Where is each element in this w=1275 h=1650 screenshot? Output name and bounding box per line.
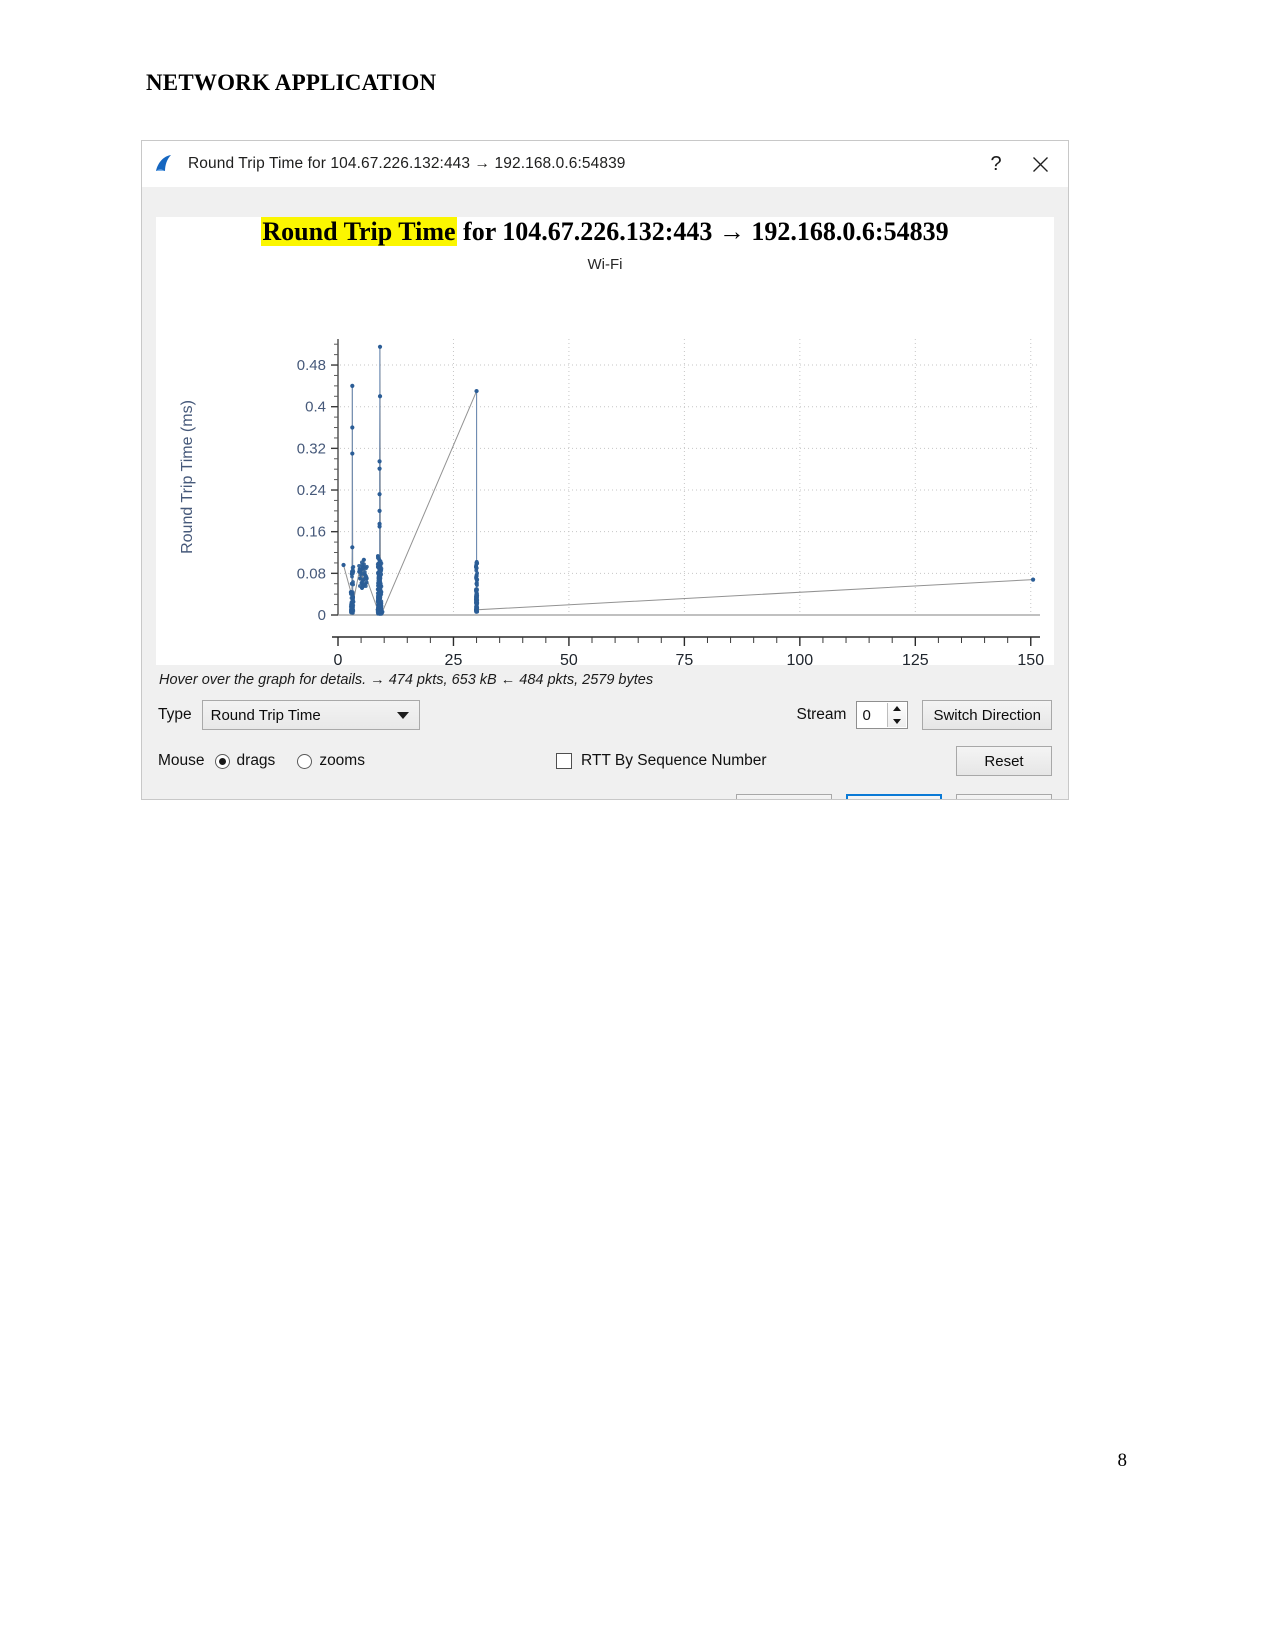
svg-text:25: 25 — [445, 652, 463, 665]
svg-text:150: 150 — [1017, 652, 1044, 665]
mouse-radio-group: drags zooms — [214, 752, 387, 770]
svg-text:75: 75 — [675, 652, 693, 665]
svg-text:0.4: 0.4 — [305, 399, 326, 416]
chart-title-highlight: Round Trip Time — [261, 217, 457, 246]
rtt-scatter-chart[interactable]: 0 0.08 0.16 0.24 0.32 0.4 0.48 0 25 50 75 100 125 150… — [156, 327, 1056, 665]
type-dropdown-value: Round Trip Time — [210, 706, 321, 724]
radio-zooms[interactable] — [297, 753, 313, 769]
type-row: Type Round Trip Time Stream 0 Switch Dir… — [158, 698, 1052, 732]
mouse-label: Mouse — [158, 752, 205, 769]
mouse-row: Mouse drags zooms RTT By Sequence Number… — [158, 744, 1052, 778]
stepper-down-icon[interactable] — [893, 719, 902, 724]
radio-drags[interactable] — [214, 753, 230, 769]
stream-label: Stream — [796, 706, 847, 723]
chart-title-rest: for 104.67.226.132:443 → 192.168.0.6:548… — [456, 217, 949, 246]
svg-text:0.48: 0.48 — [297, 357, 326, 374]
rtt-graph-window: Round Trip Time for 104.67.226.132:443 →… — [141, 140, 1069, 800]
svg-text:Round Trip Time (ms): Round Trip Time (ms) — [179, 400, 196, 554]
close-icon[interactable] — [1018, 146, 1062, 182]
rtt-seq-checkbox-wrap[interactable]: RTT By Sequence Number — [556, 752, 767, 770]
stream-stepper-buttons[interactable] — [887, 703, 907, 727]
svg-text:0.08: 0.08 — [297, 565, 326, 582]
help-button[interactable]: ? — [974, 146, 1018, 182]
controls-area: Type Round Trip Time Stream 0 Switch Dir… — [142, 698, 1068, 799]
reset-button[interactable]: Reset — [956, 746, 1052, 776]
stepper-up-icon[interactable] — [893, 706, 902, 711]
window-titlebar: Round Trip Time for 104.67.226.132:443 →… — [142, 141, 1068, 187]
chevron-down-icon — [396, 711, 409, 719]
svg-text:0: 0 — [334, 652, 343, 665]
rtt-by-sequence-number-checkbox[interactable] — [556, 753, 572, 769]
save-as-button[interactable]: Save As... — [736, 794, 832, 799]
svg-text:50: 50 — [560, 652, 578, 665]
svg-text:0.32: 0.32 — [297, 440, 326, 457]
type-label: Type — [158, 706, 192, 723]
chart-subtitle: Wi-Fi — [587, 256, 623, 273]
radio-drags-label[interactable]: drags — [237, 752, 276, 770]
window-title: Round Trip Time for 104.67.226.132:443 →… — [188, 155, 626, 172]
svg-text:0.16: 0.16 — [297, 524, 326, 541]
reset-wrap: Reset — [956, 746, 1052, 776]
page-number: 8 — [1117, 1450, 1128, 1471]
switch-direction-button[interactable]: Switch Direction — [922, 700, 1052, 730]
close-button[interactable]: Close — [846, 794, 942, 799]
svg-text:100: 100 — [786, 652, 813, 665]
svg-text:0.24: 0.24 — [297, 482, 326, 499]
stream-stepper[interactable]: 0 — [856, 701, 909, 729]
help-button-bottom[interactable]: Help — [956, 794, 1052, 799]
plot-panel[interactable]: Round Trip Time for 104.67.226.132:443 →… — [156, 217, 1054, 665]
stream-value: 0 — [862, 706, 871, 724]
hint-status-text: Hover over the graph for details. → 474 … — [159, 672, 654, 688]
svg-text:125: 125 — [902, 652, 929, 665]
type-dropdown[interactable]: Round Trip Time — [201, 700, 420, 730]
chart-title: Round Trip Time for 104.67.226.132:443 →… — [156, 217, 1054, 247]
radio-zooms-label[interactable]: zooms — [319, 752, 365, 770]
wireshark-fin-icon — [154, 154, 178, 174]
page-title: NETWORK APPLICATION — [146, 70, 437, 95]
svg-text:0: 0 — [318, 607, 326, 624]
dialog-buttons-row: Save As... Close Help — [158, 792, 1052, 799]
chart-canvas[interactable]: 0 0.08 0.16 0.24 0.32 0.4 0.48 0 25 50 75 100 125 150… — [156, 327, 1054, 665]
rtt-by-sequence-number-label[interactable]: RTT By Sequence Number — [581, 752, 767, 770]
